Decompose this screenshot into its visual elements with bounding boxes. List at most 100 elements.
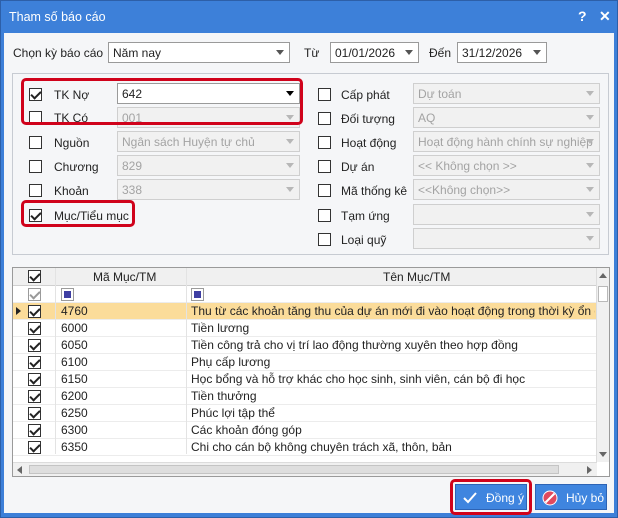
row-checkbox[interactable] [28,424,41,437]
code-filter-box[interactable] [61,288,74,301]
tam-ung-checkbox[interactable] [318,209,331,222]
row-checkbox[interactable] [28,373,41,386]
muc-table: Mã Mục/TM Tên Mục/TM 4760 Thu từ các khoả… [12,267,610,477]
row-code: 6200 [61,389,88,403]
hoat-dong-select[interactable]: Hoạt động hành chính sự nghiệp [413,131,600,152]
row-checkbox[interactable] [28,305,41,318]
du-an-label: Dự án [341,160,375,174]
vertical-scrollbar[interactable] [596,268,609,462]
table-row[interactable]: 6050 Tiền công trả cho vị trí lao động th… [13,337,597,354]
row-name: Tiền công trả cho vị trí lao động thường… [191,338,518,352]
chevron-down-icon [286,187,294,192]
table-row[interactable]: 6200 Tiền thưởng [13,388,597,405]
cap-phat-value: Dự toán [418,87,462,101]
highlight-muc-box [21,200,135,227]
scroll-up-icon[interactable] [599,273,607,278]
ok-button[interactable]: Đồng ý [455,484,527,510]
table-header: Mã Mục/TM Tên Mục/TM [13,268,597,286]
row-code: 6100 [61,355,88,369]
to-date-picker[interactable]: 31/12/2026 [457,42,547,63]
help-button[interactable]: ? [578,8,587,24]
chuong-value: 829 [122,159,143,173]
table-row[interactable]: 6300 Các khoản đóng góp [13,422,597,439]
column-divider [186,268,187,454]
row-checkbox[interactable] [28,322,41,335]
table-row[interactable]: 6000 Tiền lương [13,320,597,337]
loai-quy-select[interactable] [413,228,600,249]
chevron-down-icon [586,212,594,217]
horizontal-scroll-thumb[interactable] [29,465,559,474]
khoan-select[interactable]: 338 [117,179,300,200]
horizontal-scrollbar[interactable] [13,462,597,476]
row-name: Phúc lợi tập thể [191,406,275,420]
ok-button-label: Đồng ý [486,491,525,505]
cap-phat-checkbox[interactable] [318,88,331,101]
row-code: 4760 [61,304,88,318]
doi-tuong-value: AQ [418,111,436,125]
doi-tuong-label: Đối tượng [341,112,395,126]
cancel-icon [542,490,558,506]
nguon-value: Ngân sách Huyện tự chủ [122,135,255,149]
table-row[interactable]: 4760 Thu từ các khoản tăng thu của dự án … [13,303,597,320]
nguon-label: Nguồn [54,136,90,150]
table-row[interactable]: 6350 Chi cho cán bộ không chuyên trách xã… [13,439,597,456]
chuong-select[interactable]: 829 [117,155,300,176]
chevron-down-icon [586,163,594,168]
nguon-checkbox[interactable] [29,136,42,149]
khoan-checkbox[interactable] [29,184,42,197]
row-checkbox[interactable] [28,356,41,369]
from-label: Từ [304,46,320,60]
row-name: Tiền lương [191,321,250,335]
header-code: Mã Mục/TM [93,270,157,284]
row-checkbox[interactable] [28,339,41,352]
name-filter-box[interactable] [191,288,204,301]
hoat-dong-checkbox[interactable] [318,136,331,149]
chevron-down-icon [586,236,594,241]
row-name: Phụ cấp lương [191,355,271,369]
scroll-right-icon[interactable] [587,466,592,474]
row-name: Các khoản đóng góp [191,423,302,437]
khoan-value: 338 [122,183,143,197]
vertical-scroll-thumb[interactable] [598,286,608,302]
row-code: 6300 [61,423,88,437]
chevron-down-icon [286,163,294,168]
cancel-button[interactable]: Hủy bỏ [535,484,607,510]
tam-ung-select[interactable] [413,204,600,225]
row-code: 6250 [61,406,88,420]
chevron-down-icon [405,50,413,55]
loai-quy-checkbox[interactable] [318,233,331,246]
nguon-select[interactable]: Ngân sách Huyện tự chủ [117,131,300,152]
highlight-account-box [21,78,303,125]
doi-tuong-checkbox[interactable] [318,112,331,125]
from-date-picker[interactable]: 01/01/2026 [330,42,419,63]
row-checkbox[interactable] [28,390,41,403]
scroll-down-icon[interactable] [599,452,607,457]
row-code: 6150 [61,372,88,386]
ma-thong-ke-checkbox[interactable] [318,184,331,197]
table-row[interactable]: 6100 Phụ cấp lương [13,354,597,371]
close-button[interactable]: ✕ [599,8,611,25]
row-code: 6050 [61,338,88,352]
to-label: Đến [429,46,452,60]
row-code: 6350 [61,440,88,454]
row-checkbox[interactable] [28,407,41,420]
scroll-left-icon[interactable] [17,466,22,474]
du-an-value: << Không chọn >> [418,159,517,173]
doi-tuong-select[interactable]: AQ [413,107,600,128]
table-row[interactable]: 6150 Học bổng và hỗ trợ khác cho học sinh… [13,371,597,388]
cap-phat-select[interactable]: Dự toán [413,83,600,104]
table-row[interactable]: 6250 Phúc lợi tập thể [13,405,597,422]
row-name: Tiền thưởng [191,389,257,403]
chuong-checkbox[interactable] [29,160,42,173]
window-title: Tham số báo cáo [9,10,106,24]
du-an-checkbox[interactable] [318,160,331,173]
ma-thong-ke-select[interactable]: <<Không chọn>> [413,179,600,200]
column-divider [55,268,56,454]
title-bar: Tham số báo cáo ? ✕ [1,1,617,33]
filter-row-checkbox[interactable] [28,288,41,301]
tam-ung-label: Tạm ứng [341,209,390,223]
select-all-checkbox[interactable] [28,270,41,283]
period-select[interactable]: Năm nay [108,42,290,63]
du-an-select[interactable]: << Không chọn >> [413,155,600,176]
row-checkbox[interactable] [28,441,41,454]
